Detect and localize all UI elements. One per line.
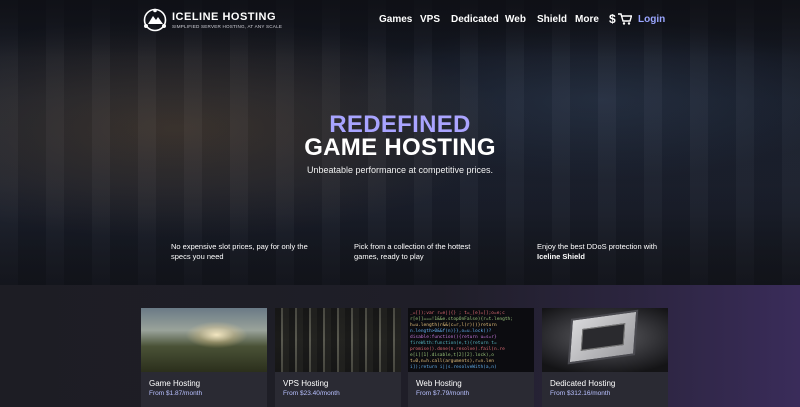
feature-games: Pick from a collection of the hottest ga… [354,242,471,261]
hero-headline-main: GAME HOSTING [304,134,496,161]
web-hosting-image: _=[]);var r=e||{} ; t=_[e]=[];o=e;c r[e]… [408,308,534,372]
code-screen-graphic: _=[]);var r=e||{} ; t=_[e]=[];o=e;c r[e]… [410,310,513,370]
currency-symbol: $ [609,12,616,26]
card-title: Game Hosting [149,379,201,388]
nav-item-shield[interactable]: Shield [537,14,567,25]
feature-ddos-text: Enjoy the best DDoS protection with [537,242,658,251]
dedicated-hosting-image [542,308,668,372]
brand-name: ICELINE HOSTING [172,11,277,23]
card-title: VPS Hosting [283,379,329,388]
nav-item-dedicated[interactable]: Dedicated [451,14,499,25]
svg-text:t=0,n=h.call(arguments),r=n.le: t=0,n=h.call(arguments),r=n.len [410,358,494,364]
feature-ddos-highlight: Iceline Shield [537,252,585,261]
product-card-web-hosting[interactable]: _=[]);var r=e||{} ; t=_[e]=[];o=e;c r[e]… [408,308,534,407]
login-link[interactable]: Login [638,14,665,25]
card-price: From $7.79/month [416,390,470,397]
svg-text:e[i][1].disable,t[2][2].lock),: e[i][1].disable,t[2][2].lock),o [410,352,494,358]
svg-text:disable:function(){return u=s=: disable:function(){return u=s=r} [410,334,497,340]
product-card-game-hosting[interactable]: Game Hosting From $1.87/month [141,308,267,407]
card-title: Web Hosting [416,379,462,388]
card-price: From $312.16/month [550,390,611,397]
feature-pricing: No expensive slot prices, pay for only t… [171,242,308,261]
svg-text:fireWith:function(e,t){return: fireWith:function(e,t){return t= [410,340,497,346]
feature-ddos: Enjoy the best DDoS protection with Icel… [537,242,677,262]
svg-text:h=u.length)r&&(c=r,l(r)))}retu: h=u.length)r&&(c=r,l(r)))}return [410,322,497,328]
product-card-dedicated-hosting[interactable]: Dedicated Hosting From $312.16/month [542,308,668,407]
svg-text:n.length>0&&f(n)}},o=u.lock()?: n.length>0&&f(n)}},o=u.lock()? [410,328,492,334]
cart-icon [618,13,632,25]
svg-text:i]);return i||s.resolveWith(a,: i]);return i||s.resolveWith(a,n) [410,364,497,370]
hero-subtitle: Unbeatable performance at competitive pr… [306,165,494,175]
nav-item-vps[interactable]: VPS [420,14,440,25]
nav-item-web[interactable]: Web [505,14,526,25]
nav-item-games[interactable]: Games [379,14,412,25]
svg-text:promise().done(n.resolve).fail: promise().done(n.resolve).fail(n.re [410,346,505,352]
iceline-logo-icon [143,8,167,32]
cart-button[interactable]: $ [609,11,633,27]
top-navigation: ICELINE HOSTING SIMPLIFIED SERVER HOSTIN… [0,0,800,40]
cpu-chip-graphic [567,309,639,365]
brand-logo[interactable]: ICELINE HOSTING SIMPLIFIED SERVER HOSTIN… [142,8,282,32]
card-title: Dedicated Hosting [550,379,616,388]
cpu-chip-core [580,323,626,351]
product-card-vps-hosting[interactable]: VPS Hosting From $23.40/month [275,308,401,407]
vps-hosting-image [275,308,401,372]
game-hosting-image [141,308,267,372]
nav-item-more[interactable]: More [575,14,599,25]
brand-tagline: SIMPLIFIED SERVER HOSTING, AT ANY SCALE [172,24,283,29]
svg-text:_=[]);var r=e||{} ; t=_[e]=[];: _=[]);var r=e||{} ; t=_[e]=[];o=e;c [410,310,505,316]
card-price: From $23.40/month [283,390,340,397]
svg-text:r[e]]===!1&&e.stopOnFalse){r=t: r[e]]===!1&&e.stopOnFalse){r=t.length; [410,316,513,322]
card-price: From $1.87/month [149,390,203,397]
